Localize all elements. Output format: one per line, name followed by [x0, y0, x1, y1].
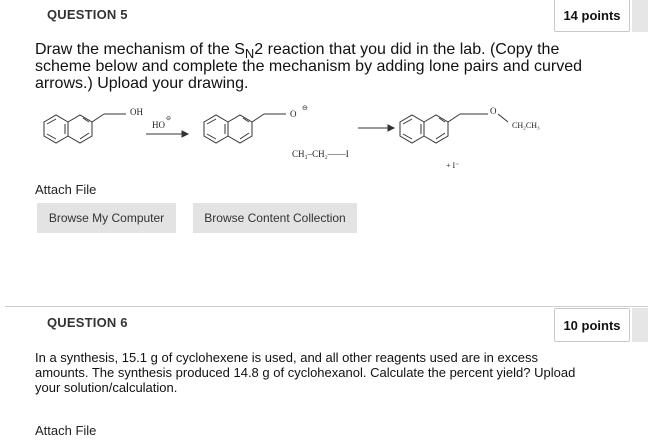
- question-5-header: QUESTION 5 14 points: [0, 0, 648, 32]
- question-6-prompt: In a synthesis, 15.1 g of cyclohexene is…: [35, 350, 576, 395]
- naphthol-structure: [43, 113, 126, 144]
- reaction-scheme: OH HO ⊖ O ⊖ CH₃–CH₂——I O CH₂CH₃ + I⁻: [43, 104, 540, 170]
- question-6-title: QUESTION 6: [47, 315, 128, 330]
- question-5-title: QUESTION 5: [47, 7, 128, 22]
- question-6-attach-label: Attach File: [35, 423, 97, 438]
- iodide-label: + I⁻: [446, 161, 459, 170]
- question-6-side-tab: [632, 308, 648, 342]
- question-6-points: 10 points: [554, 308, 630, 342]
- prompt-subscript: N: [244, 46, 255, 61]
- o-label: O: [290, 109, 297, 119]
- question-divider: [5, 306, 648, 307]
- reagent-label: CH₃–CH₂——I: [292, 149, 349, 159]
- oh-label: OH: [130, 107, 143, 117]
- product-structure: [399, 113, 509, 144]
- browse-content-collection-button[interactable]: Browse Content Collection: [193, 203, 357, 233]
- question-5-side-tab: [632, 0, 648, 32]
- ho-label: HO: [152, 120, 165, 130]
- browse-my-computer-button[interactable]: Browse My Computer: [37, 203, 176, 233]
- naphthoxide-structure: [203, 113, 286, 144]
- question-5-points: 14 points: [554, 0, 630, 32]
- question-5-prompt: Draw the mechanism of the SN2 reaction t…: [35, 41, 595, 92]
- question-6-header: QUESTION 6 10 points: [0, 308, 648, 342]
- prompt-text-start: Draw the mechanism of the S: [35, 41, 245, 58]
- product-chain-label: CH₂CH₃: [512, 121, 540, 130]
- product-o-label: O: [490, 106, 497, 116]
- o-charge: ⊖: [302, 104, 308, 112]
- ho-charge: ⊖: [166, 116, 171, 122]
- question-5-attach-label: Attach File: [35, 182, 97, 197]
